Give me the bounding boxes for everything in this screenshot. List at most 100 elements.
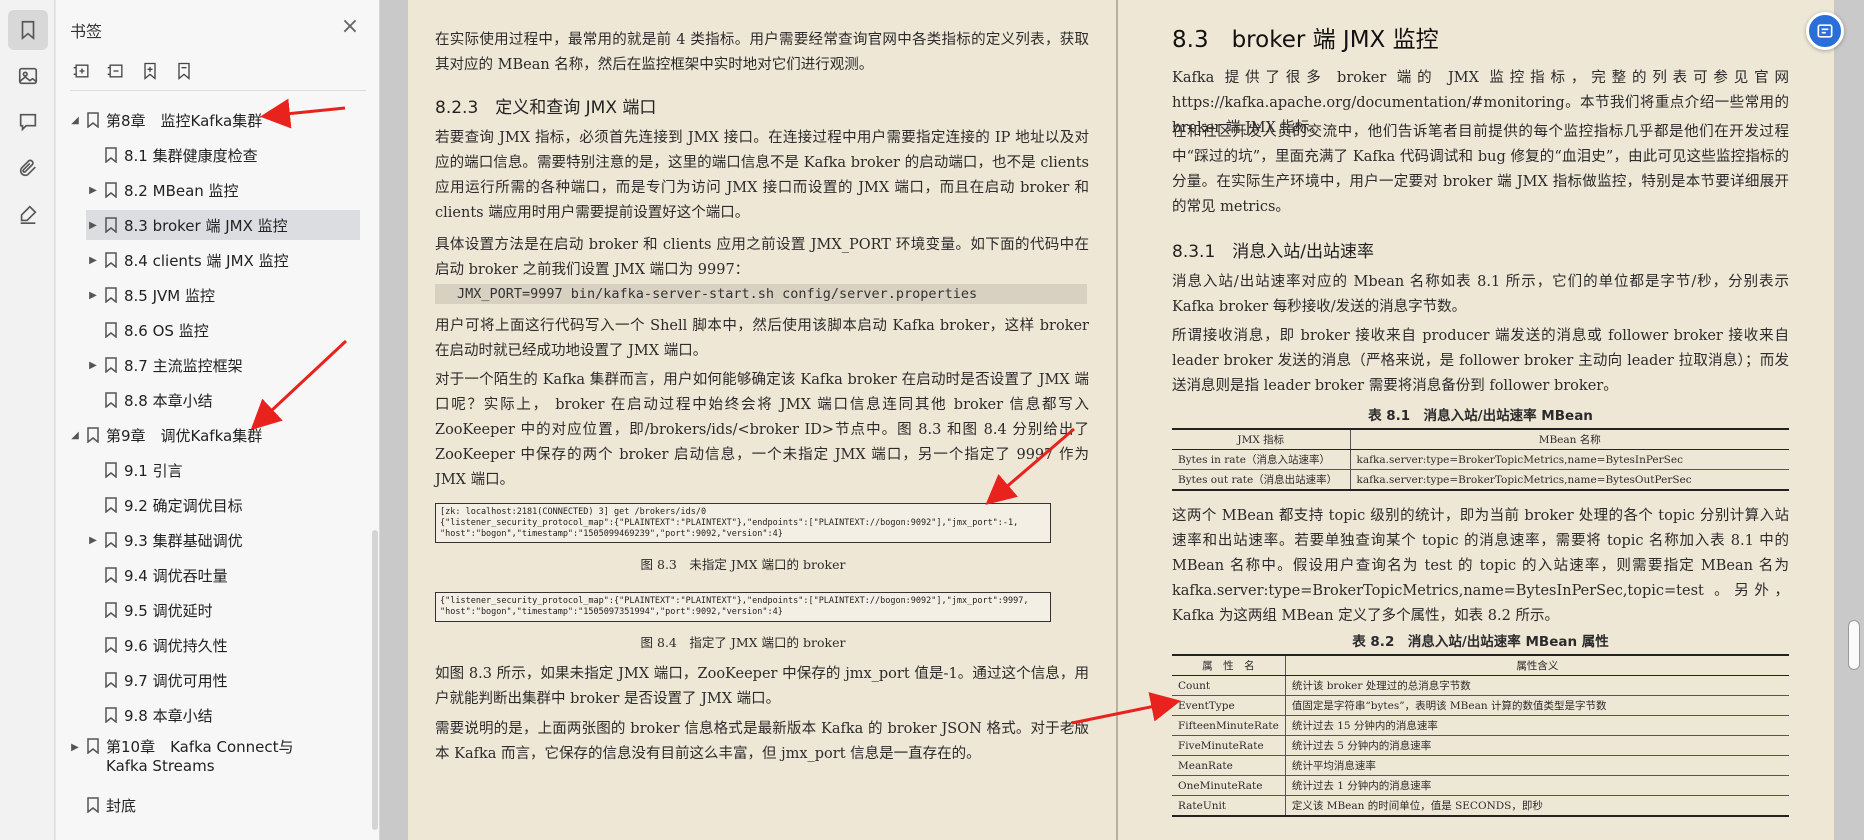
collapsed-caret-icon[interactable]: ▶ [86,220,100,231]
bookmark-icon [87,797,99,813]
page-left: 在实际使用过程中，最常用的就是前 4 类指标。用户需要经常查询官网中各类指标的定… [408,0,1116,840]
bookmark-icon [105,252,117,268]
bookmark-icon [105,322,117,338]
bookmark-item[interactable]: ◢ 第8章 监控Kafka集群 [68,105,360,135]
table-cell: 值固定是字符串“bytes”，表明该 MBean 计算的数值类型是字节数 [1285,695,1789,716]
bookmark-label: 8.7 主流监控框架 [124,356,243,375]
bookmark-icon [105,672,117,688]
collapsed-caret-icon[interactable]: ▶ [86,360,100,371]
table-cell: 统计过去 5 分钟内的消息速率 [1285,735,1789,756]
bookmark-item[interactable]: ▶ 9.3 集群基础调优 [86,525,360,555]
bookmark-item[interactable]: ▶ 8.3 broker 端 JMX 监控 [86,210,360,240]
floating-action-button[interactable] [1806,12,1844,50]
bookmark-icon [105,462,117,478]
collapsed-caret-icon[interactable]: ▶ [86,185,100,196]
thumbnail-image-icon[interactable] [8,56,48,96]
subsection-heading: 8.3.1 消息入站/出站速率 [1172,242,1374,262]
expanded-caret-icon[interactable]: ◢ [68,430,82,441]
table-8-2: 属 性 名属性含义 Count 统计该 broker 处理过的总消息字节数 Event… [1172,654,1789,817]
table-cell: 统计过去 1 分钟内的消息速率 [1285,775,1789,796]
left-icon-rail [0,0,55,840]
paragraph: 如图 8.3 所示，如果未指定 JMX 端口，ZooKeeper 中保存的 jm… [435,666,1089,707]
table-row: EventType 值固定是字符串“bytes”，表明该 MBean 计算的数值类… [1172,695,1789,716]
bookmark-outline-icon[interactable] [172,58,196,84]
expand-all-icon[interactable] [70,58,94,84]
panel-scrollbar[interactable] [372,530,378,830]
bookmark-icon [105,637,117,653]
bookmark-label: 9.2 确定调优目标 [124,496,243,515]
paragraph: 需要说明的是，上面两张图的 broker 信息格式是最新版本 Kafka 的 b… [435,721,1089,762]
bookmark-item[interactable]: 9.6 调优持久性 [86,630,360,660]
bookmark-icon [87,427,99,443]
table-header-cell: JMX 指标 [1172,428,1351,450]
bookmark-item[interactable]: 8.8 本章小结 [86,385,360,415]
table-cell: OneMinuteRate [1172,775,1286,796]
figure-8-3-code: [zk: localhost:2181(CONNECTED) 3] get /b… [435,503,1051,543]
expanded-caret-icon[interactable]: ◢ [68,115,82,126]
bookmark-item[interactable]: 9.2 确定调优目标 [86,490,360,520]
bookmark-item[interactable]: 9.1 引言 [86,455,360,485]
table-row: MeanRate 统计平均消息速率 [1172,755,1789,776]
table-row: Bytes in rate（消息入站速率） kafka.server:type=B… [1172,449,1789,470]
table-header-cell: 属性含义 [1285,654,1789,676]
bookmark-icon [105,147,117,163]
bookmark-item[interactable]: 封底 [68,790,360,820]
bookmark-icon [105,567,117,583]
document-scrollbar-thumb[interactable] [1848,620,1860,670]
bookmark-icon [105,602,117,618]
section-heading: 8.2.3 定义和查询 JMX 端口 [435,98,657,118]
figure-8-4-code: {"listener_security_protocol_map":{"PLAI… [435,592,1051,622]
table-header-cell: MBean 名称 [1350,428,1789,450]
bookmark-label: 9.5 调优延时 [124,601,213,620]
bookmark-item[interactable]: ▶ 8.7 主流监控框架 [86,350,360,380]
bookmark-icon [105,287,117,303]
add-bookmark-icon[interactable] [138,58,162,84]
bookmark-label: 封底 [106,796,137,815]
close-icon[interactable]: × [338,16,362,40]
bookmark-label: 9.8 本章小结 [124,706,213,725]
panel-title: 书签 [70,22,103,41]
bookmark-item[interactable]: ▶ 第10章 Kafka Connect与Kafka Streams [68,738,360,776]
bookmark-label: 8.6 OS 监控 [124,321,209,340]
bookmark-panel-icon[interactable] [8,10,48,50]
collapsed-caret-icon[interactable]: ▶ [86,255,100,266]
collapse-all-icon[interactable] [104,58,128,84]
collapsed-caret-icon[interactable]: ▶ [86,290,100,301]
bookmark-icon [105,357,117,373]
table-cell: 定义该 MBean 的时间单位，值是 SECONDS，即秒 [1285,795,1789,817]
attachment-icon[interactable] [8,148,48,188]
bookmark-icon [105,182,117,198]
table-cell: FiveMinuteRate [1172,735,1286,756]
bookmark-item[interactable]: 8.6 OS 监控 [86,315,360,345]
bookmark-item[interactable]: 9.7 调优可用性 [86,665,360,695]
bookmark-label: 9.6 调优持久性 [124,636,228,655]
bookmark-item[interactable]: 9.4 调优吞吐量 [86,560,360,590]
signature-pen-icon[interactable] [8,194,48,234]
collapsed-caret-icon[interactable]: ▶ [86,535,100,546]
table-caption: 表 8.2 消息入站/出站速率 MBean 属性 [1352,634,1609,650]
collapsed-caret-icon[interactable]: ▶ [68,738,82,757]
comment-icon[interactable] [8,102,48,142]
bookmark-label: 9.7 调优可用性 [124,671,228,690]
bookmark-item[interactable]: 9.5 调优延时 [86,595,360,625]
table-header-cell: 属 性 名 [1172,654,1286,676]
bookmark-item[interactable]: ▶ 8.2 MBean 监控 [86,175,360,205]
table-cell: 统计该 broker 处理过的总消息字节数 [1285,675,1789,696]
bookmark-icon [105,707,117,723]
bookmark-icon [87,738,99,754]
code-line: JMX_PORT=9997 bin/kafka-server-start.sh … [435,284,1087,304]
bookmark-item[interactable]: ◢ 第9章 调优Kafka集群 [68,420,360,450]
bookmark-item[interactable]: ▶ 8.4 clients 端 JMX 监控 [86,245,360,275]
table-row: RateUnit 定义该 MBean 的时间单位，值是 SECONDS，即秒 [1172,795,1789,817]
bookmark-label: 8.2 MBean 监控 [124,181,239,200]
table-cell: 统计平均消息速率 [1285,755,1789,776]
bookmark-item[interactable]: 9.8 本章小结 [86,700,360,730]
table-cell: FifteenMinuteRate [1172,715,1286,736]
table-cell: Bytes in rate（消息入站速率） [1172,449,1351,470]
bookmark-item[interactable]: 8.1 集群健康度检查 [86,140,360,170]
document-view[interactable]: 在实际使用过程中，最常用的就是前 4 类指标。用户需要经常查询官网中各类指标的定… [380,0,1864,840]
bookmark-item[interactable]: ▶ 8.5 JVM 监控 [86,280,360,310]
bookmark-icon [105,217,117,233]
bookmark-label: 第10章 Kafka Connect与Kafka Streams [106,738,294,775]
paragraph: 所谓接收消息，即 broker 接收来自 producer 端发送的消息或 fo… [1172,328,1789,394]
